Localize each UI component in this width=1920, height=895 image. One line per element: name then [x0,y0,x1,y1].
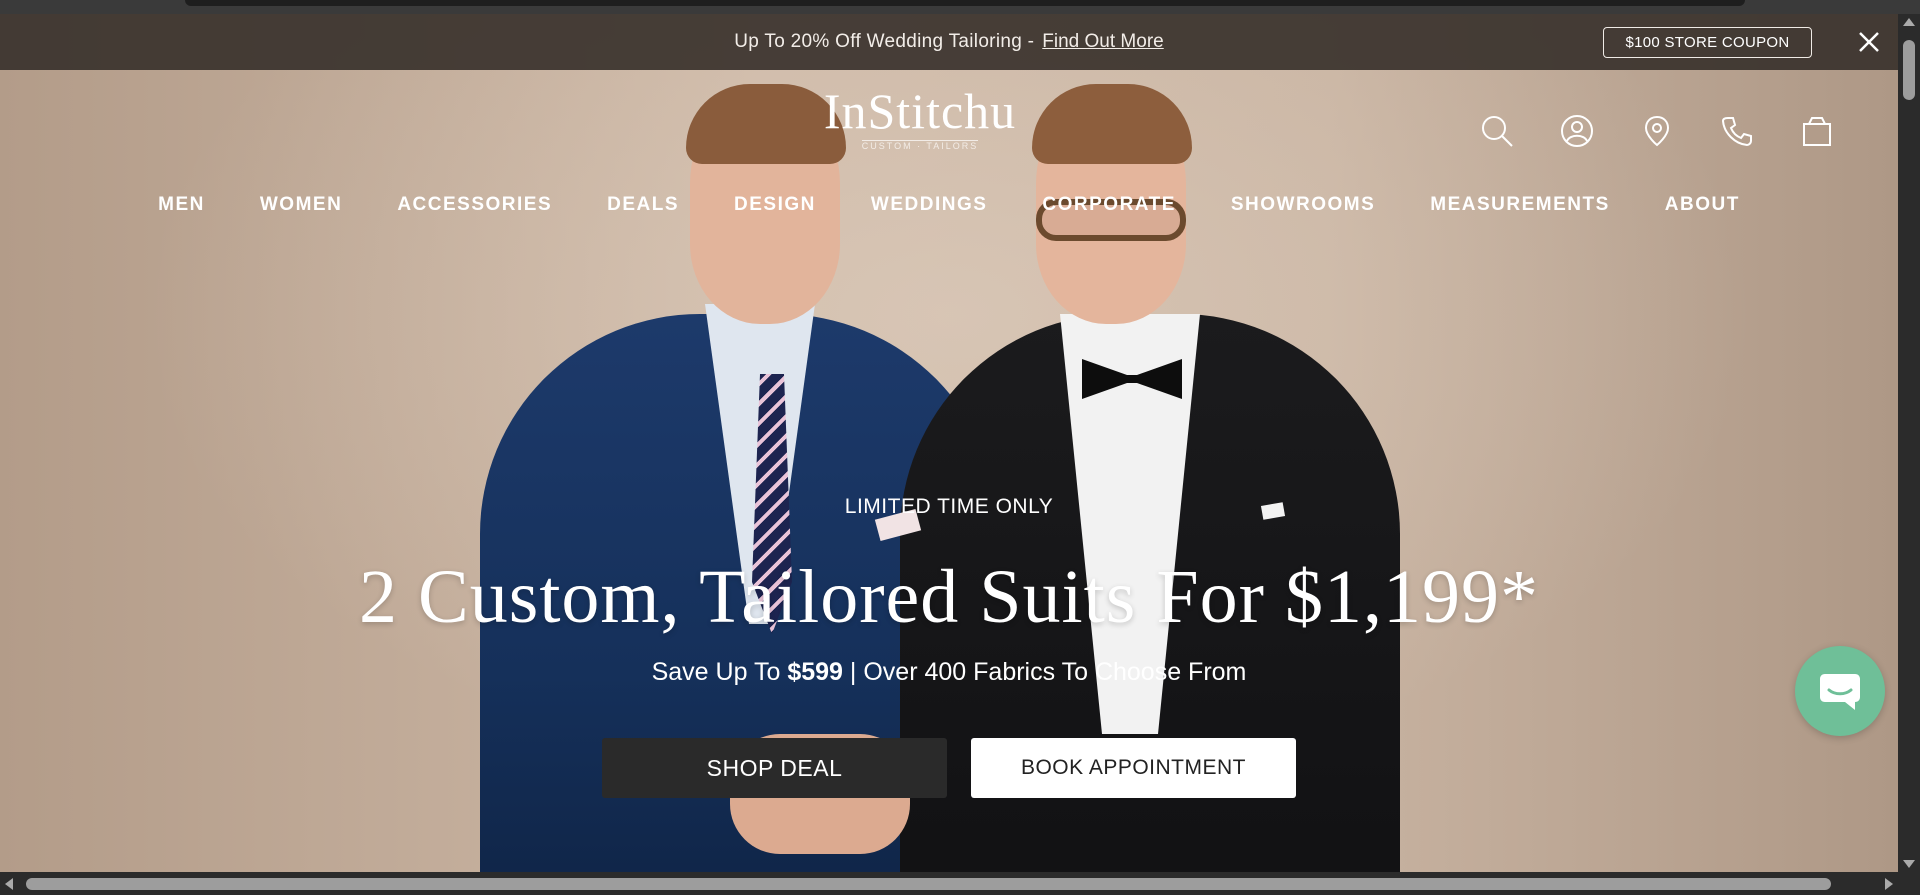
nav-item-design[interactable]: DESIGN [734,194,816,216]
close-icon[interactable] [1855,28,1883,56]
hero-headline: 2 Custom, Tailored Suits For $1,199* [359,555,1539,639]
nav-item-deals[interactable]: DEALS [607,194,679,216]
nav-item-women[interactable]: WOMEN [260,194,342,216]
brand-logo[interactable]: InStitchu CUSTOM · TAILORS [780,86,1060,154]
vertical-scroll-thumb[interactable] [1903,40,1915,100]
browser-tab-edge [185,0,1745,6]
store-coupon-button[interactable]: $100 STORE COUPON [1603,27,1812,58]
scroll-right-arrow-icon[interactable] [1885,878,1893,890]
scroll-left-arrow-icon[interactable] [5,878,13,890]
logo-tagline: CUSTOM · TAILORS [861,140,979,151]
hero-sub-suffix: | Over 400 Fabrics To Choose From [849,658,1247,686]
horizontal-scroll-thumb[interactable] [26,878,1831,890]
scrollbar-corner [1898,872,1920,895]
nav-item-measurements[interactable]: MEASUREMENTS [1430,194,1610,216]
phone-icon[interactable] [1720,114,1754,148]
shopping-bag-icon[interactable] [1800,114,1834,148]
chat-widget-button[interactable] [1795,646,1885,736]
shop-deal-button[interactable]: SHOP DEAL [602,738,947,798]
nav-item-corporate[interactable]: CORPORATE [1042,194,1175,216]
logo-wordmark: InStitchu [823,83,1017,139]
search-icon[interactable] [1480,114,1514,148]
vertical-scrollbar[interactable] [1898,14,1920,872]
browser-top-edge [0,0,1920,14]
horizontal-scrollbar[interactable] [0,872,1898,895]
promo-find-out-more-link[interactable]: Find Out More [1042,31,1163,53]
location-pin-icon[interactable] [1640,114,1674,148]
nav-item-weddings[interactable]: WEDDINGS [871,194,988,216]
main-navigation: MEN WOMEN ACCESSORIES DEALS DESIGN WEDDI… [0,194,1898,216]
promo-text: Up To 20% Off Wedding Tailoring - [734,31,1035,52]
header-icons [1480,114,1834,148]
hero-cta-row: SHOP DEAL BOOK APPOINTMENT [0,738,1898,798]
chat-bubble-icon [1820,674,1860,710]
hero-sub-bold: $599 [787,658,843,686]
nav-item-accessories[interactable]: ACCESSORIES [397,194,552,216]
hero-sub-prefix: Save Up To [651,658,781,686]
book-appointment-button[interactable]: BOOK APPOINTMENT [971,738,1296,798]
scroll-up-arrow-icon[interactable] [1903,18,1915,26]
scroll-down-arrow-icon[interactable] [1903,860,1915,868]
nav-item-about[interactable]: ABOUT [1665,194,1740,216]
nav-item-showrooms[interactable]: SHOWROOMS [1231,194,1375,216]
page-viewport: Up To 20% Off Wedding Tailoring - Find O… [0,14,1898,872]
account-icon[interactable] [1560,114,1594,148]
hero-subline: Save Up To $599 | Over 400 Fabrics To Ch… [0,658,1898,687]
promo-bar: Up To 20% Off Wedding Tailoring - Find O… [0,14,1898,70]
nav-item-men[interactable]: MEN [158,194,205,216]
hero-eyebrow: LIMITED TIME ONLY [844,495,1054,518]
